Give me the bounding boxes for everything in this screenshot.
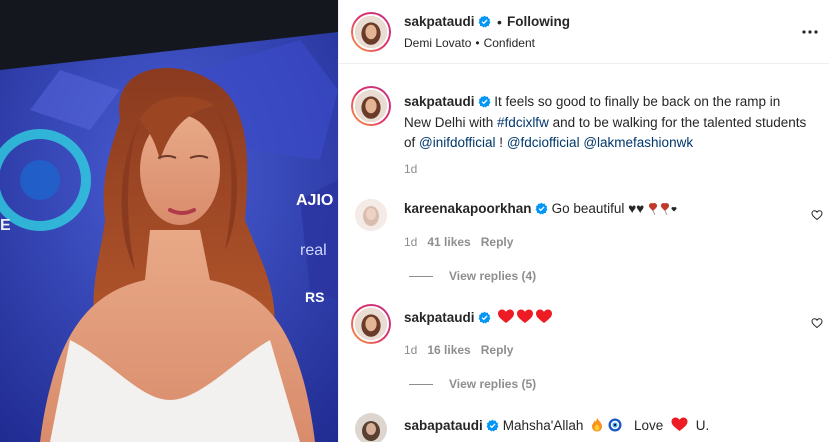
comment-row-1: kareenakapoorkhan Go beautiful ♥♥	[404, 201, 678, 216]
comment-text: Mahsha'Allah	[502, 418, 584, 433]
red-heart-icon	[671, 417, 688, 431]
caption-mention-inifd[interactable]: @inifdofficial	[419, 135, 496, 150]
fire-evil-eye-icon	[592, 418, 622, 432]
view-replies-label[interactable]: View replies (5)	[449, 377, 536, 391]
header-separator: •	[497, 14, 502, 30]
caption-username[interactable]: sakpataudi	[404, 94, 475, 109]
caption-timestamp[interactable]: 1d	[404, 162, 417, 176]
like-comment-heart-icon[interactable]	[811, 317, 823, 329]
comment-likes[interactable]: 16 likes	[427, 343, 470, 357]
comment-avatar[interactable]	[355, 199, 387, 231]
comment-username[interactable]: sakpataudi	[404, 310, 475, 325]
svg-text:AJIO: AJIO	[296, 192, 333, 209]
replies-divider	[409, 276, 433, 278]
like-comment-heart-icon[interactable]	[811, 209, 823, 221]
comment-username[interactable]: kareenakapoorkhan	[404, 201, 532, 216]
balloon-hearts-icon	[648, 203, 677, 215]
svg-text:real: real	[300, 242, 327, 259]
view-replies-label[interactable]: View replies (4)	[449, 269, 536, 283]
post-details-panel: sakpataudi • Following Demi Lovato • Confi…	[338, 0, 829, 442]
avatar-image	[355, 90, 387, 122]
red-hearts-icon	[498, 309, 553, 323]
following-button[interactable]: Following	[507, 14, 570, 29]
verified-badge-icon	[486, 419, 499, 432]
reply-button[interactable]: Reply	[481, 235, 514, 249]
comment-timestamp[interactable]: 1d	[404, 343, 417, 357]
caption-mention-fdci[interactable]: @fdciofficial	[507, 135, 580, 150]
comment-meta-2: 1d 16 likes Reply	[404, 343, 523, 357]
author-username[interactable]: sakpataudi	[404, 14, 491, 29]
comment-username[interactable]: sabapataudi	[404, 418, 483, 433]
comment-meta-1: 1d 41 likes Reply	[404, 235, 523, 249]
verified-badge-icon	[535, 202, 547, 215]
author-avatar[interactable]	[351, 12, 391, 52]
svg-text:RS: RS	[305, 289, 324, 305]
comment-avatar[interactable]	[355, 413, 387, 442]
comment-row-3: sabapataudi Mahsha'Allah Love U.	[404, 417, 709, 433]
post-video-frame: AJIO real RS E	[0, 0, 338, 442]
avatar-image	[355, 308, 387, 340]
comment-text-3: U.	[695, 418, 710, 433]
post-header: sakpataudi • Following Demi Lovato • Confi…	[339, 0, 829, 64]
comment-row-2: sakpataudi	[404, 309, 553, 325]
audio-artist[interactable]: Demi Lovato	[404, 36, 471, 50]
comment-timestamp[interactable]: 1d	[404, 235, 417, 249]
audio-attribution[interactable]: Demi Lovato • Confident	[404, 36, 535, 50]
avatar-image	[355, 199, 387, 231]
verified-badge-icon	[478, 15, 490, 28]
comment-avatar[interactable]	[351, 304, 391, 344]
svg-text:E: E	[0, 217, 11, 234]
replies-divider	[409, 384, 433, 386]
caption-hashtag[interactable]: #fdcixlfw	[497, 115, 549, 130]
caption-avatar[interactable]	[351, 86, 391, 126]
comment-text-2: Love	[633, 418, 664, 433]
comment-text: Go beautiful ♥♥	[551, 201, 645, 216]
avatar-image	[355, 16, 387, 48]
audio-title[interactable]: Confident	[484, 36, 535, 50]
audio-separator: •	[475, 36, 480, 50]
caption-text-3: !	[499, 135, 504, 150]
verified-badge-icon	[478, 311, 490, 324]
view-replies-button[interactable]: View replies (4)	[409, 269, 536, 283]
verified-badge-icon	[478, 95, 490, 108]
comment-likes[interactable]: 41 likes	[427, 235, 470, 249]
author-username-text[interactable]: sakpataudi	[404, 14, 475, 29]
view-replies-button[interactable]: View replies (5)	[409, 377, 536, 391]
reply-button[interactable]: Reply	[481, 343, 514, 357]
avatar-image	[355, 413, 387, 442]
more-horizontal-icon[interactable]	[800, 22, 820, 42]
post-media[interactable]: AJIO real RS E	[0, 0, 338, 442]
caption-mention-lakme[interactable]: @lakmefashionwk	[583, 135, 693, 150]
post-caption: sakpataudi It feels so good to finally b…	[404, 92, 809, 154]
